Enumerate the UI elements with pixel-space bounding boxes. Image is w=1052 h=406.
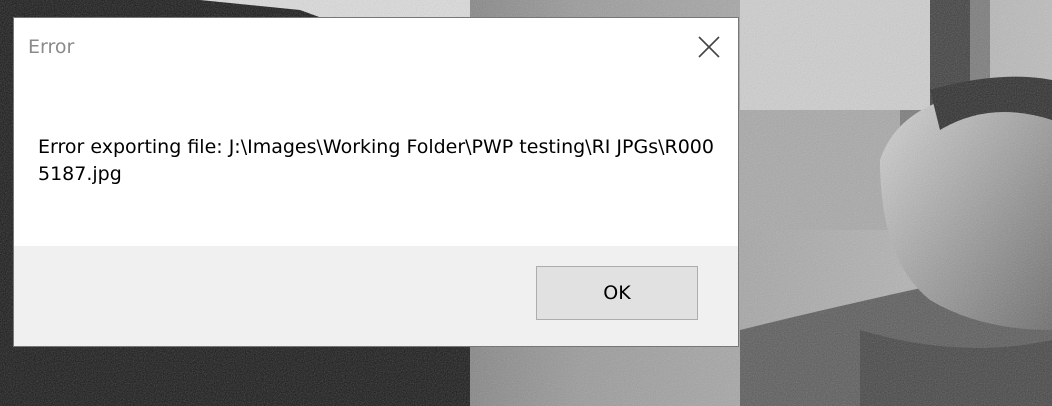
- dialog-titlebar[interactable]: Error: [14, 18, 738, 76]
- dialog-title: Error: [28, 36, 75, 58]
- close-button[interactable]: [680, 18, 738, 76]
- error-dialog: Error Error exporting file: J:\Images\Wo…: [14, 18, 738, 346]
- dialog-footer: OK: [14, 246, 738, 346]
- close-icon: [698, 36, 720, 58]
- ok-button[interactable]: OK: [536, 266, 698, 320]
- error-message: Error exporting file: J:\Images\Working …: [38, 136, 714, 185]
